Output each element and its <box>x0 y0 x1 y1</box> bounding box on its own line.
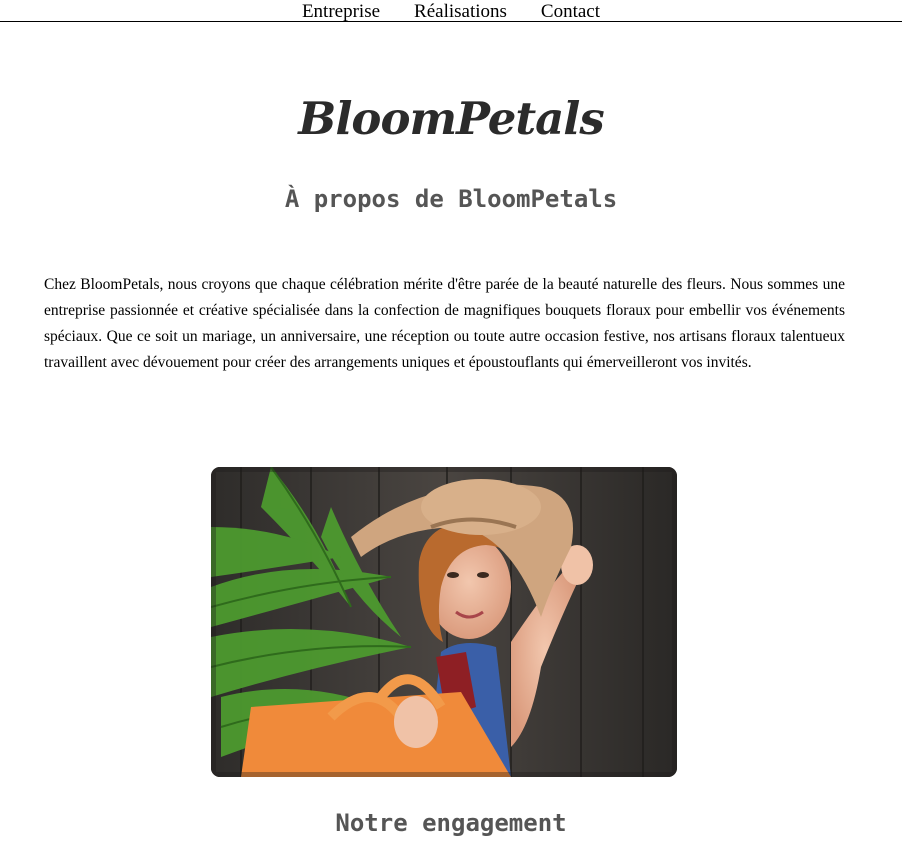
about-paragraph: Chez BloomPetals, nous croyons que chaqu… <box>44 276 845 371</box>
nav-link-contact[interactable]: Contact <box>541 1 600 23</box>
nav-link-realisations[interactable]: Réalisations <box>414 1 507 23</box>
top-navigation: Entreprise Réalisations Contact <box>0 0 902 22</box>
brand-logo-title: BloomPetals <box>298 92 604 145</box>
engagement-heading: Notre engagement <box>335 809 567 837</box>
about-heading: À propos de BloomPetals <box>284 185 618 213</box>
nav-link-entreprise[interactable]: Entreprise <box>302 1 380 23</box>
hero-photo <box>211 467 677 777</box>
photo-illustration <box>211 467 677 777</box>
